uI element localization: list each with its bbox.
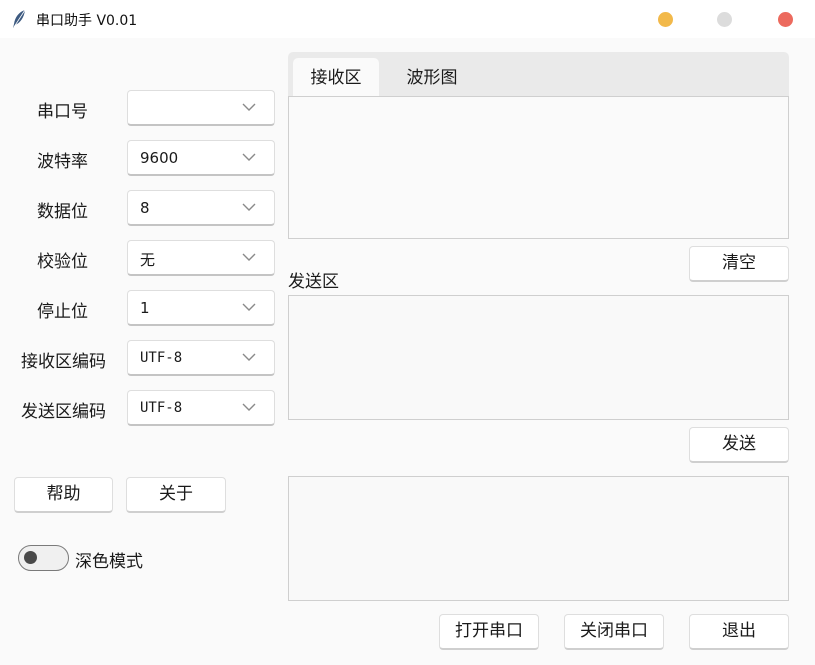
tab-receive[interactable]: 接收区 [293, 58, 379, 96]
chevron-down-icon [242, 153, 256, 161]
dark-mode-label: 深色模式 [75, 552, 143, 572]
open-port-button[interactable]: 打开串口 [439, 614, 539, 650]
baud-value: 9600 [140, 149, 179, 167]
help-button[interactable]: 帮助 [14, 477, 113, 513]
receive-notebook: 接收区 波形图 [288, 52, 789, 239]
databits-select[interactable]: 8 [127, 190, 275, 226]
rx-encoding-select[interactable]: UTF-8 [127, 340, 275, 376]
rx-encoding-value: UTF-8 [140, 350, 183, 366]
chevron-down-icon [242, 103, 256, 111]
tx-encoding-select[interactable]: UTF-8 [127, 390, 275, 426]
tab-waveform[interactable]: 波形图 [392, 58, 472, 96]
about-button[interactable]: 关于 [126, 477, 226, 513]
parity-label: 校验位 [37, 252, 88, 272]
window-title: 串口助手 V0.01 [36, 13, 138, 29]
port-label: 串口号 [37, 102, 88, 122]
dark-mode-toggle[interactable] [18, 545, 69, 571]
minimize-button[interactable] [658, 12, 673, 27]
baud-select[interactable]: 9600 [127, 140, 275, 176]
maximize-button[interactable] [717, 12, 732, 27]
stopbits-label: 停止位 [37, 302, 88, 322]
send-button[interactable]: 发送 [689, 427, 789, 463]
title-bar: 串口助手 V0.01 [0, 0, 815, 38]
port-select[interactable] [127, 90, 275, 126]
stopbits-select[interactable]: 1 [127, 290, 275, 326]
baud-label: 波特率 [37, 152, 88, 172]
clear-button[interactable]: 清空 [689, 246, 789, 282]
toggle-knob [24, 551, 37, 564]
log-area[interactable] [288, 476, 789, 601]
tx-encoding-label: 发送区编码 [21, 402, 106, 422]
chevron-down-icon [242, 303, 256, 311]
databits-label: 数据位 [37, 202, 88, 222]
stopbits-value: 1 [140, 299, 150, 317]
rx-encoding-label: 接收区编码 [21, 352, 106, 372]
close-button[interactable] [778, 12, 793, 27]
exit-button[interactable]: 退出 [689, 614, 789, 650]
feather-icon [13, 9, 26, 28]
send-area[interactable] [288, 295, 789, 420]
databits-value: 8 [140, 199, 150, 217]
chevron-down-icon [242, 203, 256, 211]
receive-area[interactable] [288, 96, 789, 239]
parity-select[interactable]: 无 [127, 240, 275, 276]
chevron-down-icon [242, 403, 256, 411]
close-port-button[interactable]: 关闭串口 [564, 614, 664, 650]
chevron-down-icon [242, 353, 256, 361]
tx-encoding-value: UTF-8 [140, 400, 183, 416]
parity-value: 无 [140, 251, 156, 269]
chevron-down-icon [242, 253, 256, 261]
send-area-label: 发送区 [288, 272, 339, 292]
